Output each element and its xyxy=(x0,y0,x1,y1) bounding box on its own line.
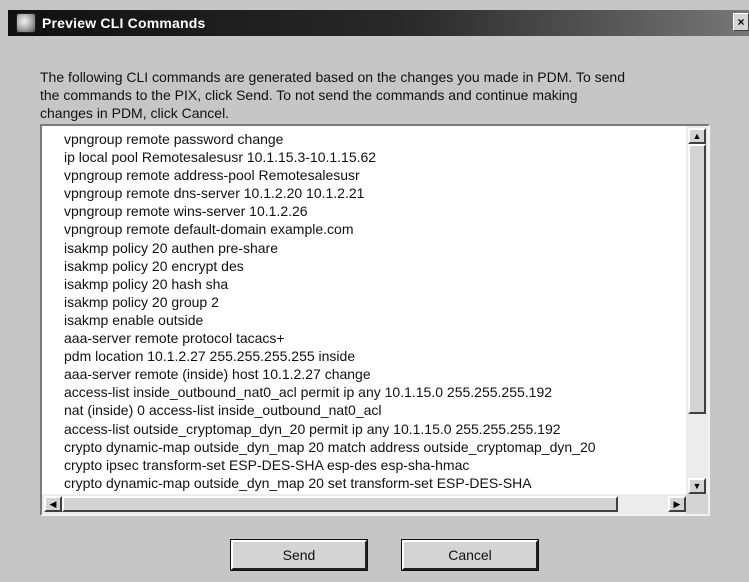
command-line: isakmp policy 20 group 2 xyxy=(64,293,219,310)
scroll-down-icon[interactable]: ▼ xyxy=(688,478,706,494)
window-title: Preview CLI Commands xyxy=(42,15,206,31)
message-line: The following CLI commands are generated… xyxy=(40,69,625,85)
instruction-message: The following CLI commands are generated… xyxy=(40,68,690,122)
command-line: isakmp policy 20 authen pre-share xyxy=(64,239,279,256)
command-line: pdm location 10.1.2.27 255.255.255.255 i… xyxy=(64,348,356,365)
scroll-up-icon[interactable]: ▲ xyxy=(688,128,706,144)
title-bar[interactable]: Preview CLI Commands × xyxy=(8,10,749,36)
command-line: vpngroup remote password change xyxy=(64,131,284,147)
close-icon[interactable]: × xyxy=(733,13,749,31)
cli-commands-textarea[interactable]: vpngroup remote password change ip local … xyxy=(40,124,710,516)
commands-viewport[interactable]: vpngroup remote password change ip local … xyxy=(42,126,688,496)
command-line: isakmp policy 20 hash sha xyxy=(64,275,229,292)
command-line: crypto dynamic-map outside_dyn_map 20 se… xyxy=(64,474,532,491)
command-line: aaa-server remote protocol tacacs+ xyxy=(64,330,285,347)
command-line: ip local pool Remotesalesusr 10.1.15.3-1… xyxy=(64,149,377,166)
command-line: vpngroup remote wins-server 10.1.2.26 xyxy=(64,203,308,220)
command-list: vpngroup remote password change ip local … xyxy=(64,130,596,492)
command-line: isakmp enable outside xyxy=(64,311,204,328)
scroll-left-icon[interactable]: ◀ xyxy=(44,496,62,512)
send-button[interactable]: Send xyxy=(230,539,368,571)
command-line: crypto dynamic-map outside_dyn_map 20 ma… xyxy=(64,438,596,455)
horizontal-scrollbar[interactable]: ◀ ▶ xyxy=(42,494,688,514)
command-line: vpngroup remote default-domain example.c… xyxy=(64,221,354,238)
scroll-right-icon[interactable]: ▶ xyxy=(668,496,686,512)
command-line: aaa-server remote (inside) host 10.1.2.2… xyxy=(64,366,371,383)
command-line: nat (inside) 0 access-list inside_outbou… xyxy=(64,402,382,419)
command-line: access-list outside_cryptomap_dyn_20 per… xyxy=(64,420,561,437)
vertical-scrollbar[interactable]: ▲ ▼ xyxy=(686,126,708,496)
message-line: changes in PDM, click Cancel. xyxy=(40,105,230,121)
command-line: access-list inside_outbound_nat0_acl per… xyxy=(64,384,553,401)
command-line: vpngroup remote dns-server 10.1.2.20 10.… xyxy=(64,185,365,202)
command-line: crypto ipsec transform-set ESP-DES-SHA e… xyxy=(64,456,470,473)
command-line: isakmp policy 20 encrypt des xyxy=(64,257,244,274)
preview-cli-dialog: Preview CLI Commands × The following CLI… xyxy=(0,0,749,582)
scrollbar-corner xyxy=(686,494,708,514)
message-line: the commands to the PIX, click Send. To … xyxy=(40,87,578,103)
vertical-scroll-thumb[interactable] xyxy=(688,144,706,414)
cancel-button[interactable]: Cancel xyxy=(401,539,539,571)
command-line: vpngroup remote address-pool Remotesales… xyxy=(64,167,360,184)
horizontal-scroll-thumb[interactable] xyxy=(62,496,618,512)
app-icon xyxy=(16,13,36,33)
